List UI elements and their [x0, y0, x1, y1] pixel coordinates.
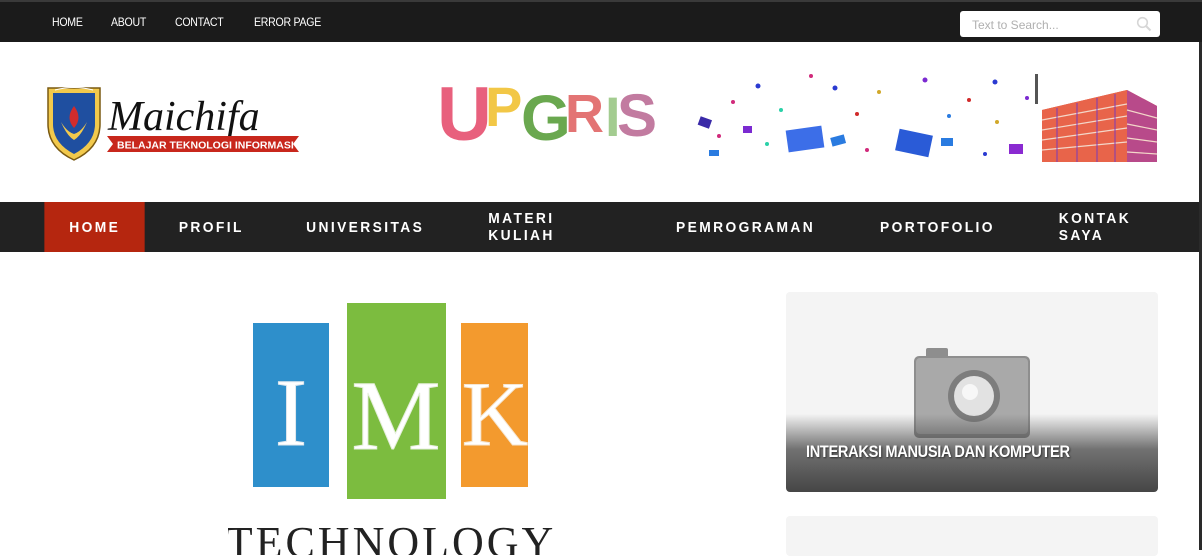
- top-bar: HOME ABOUT CONTACT ERROR PAGE: [0, 0, 1202, 42]
- sidebar-post-card-2[interactable]: [786, 516, 1158, 556]
- post-featured-image[interactable]: I M K TECHNOLOGY: [228, 295, 558, 555]
- nav-item-materi-kuliah[interactable]: MATERI KULIAH: [464, 202, 636, 252]
- nav-item-profil[interactable]: PROFIL: [154, 202, 269, 252]
- campus-building-image: [1035, 74, 1158, 162]
- imk-letter-k: K: [462, 363, 528, 465]
- upgris-wordmark: U P G R I S: [437, 72, 657, 157]
- search-icon[interactable]: [1136, 16, 1152, 32]
- svg-text:G: G: [521, 82, 571, 154]
- search-box: [960, 11, 1160, 37]
- logo-title: Maichifa: [107, 94, 260, 140]
- upgris-banner[interactable]: U P G R I S: [437, 70, 1162, 162]
- nav-item-kontak-saya[interactable]: KONTAK SAYA: [1034, 202, 1192, 252]
- imk-letter-m: M: [352, 360, 441, 471]
- imk-letter-i: I: [275, 359, 307, 466]
- nav-item-universitas[interactable]: UNIVERSITAS: [281, 202, 449, 252]
- top-link-error-page[interactable]: ERROR PAGE: [254, 15, 321, 29]
- imk-technology-word: TECHNOLOGY: [228, 518, 556, 555]
- university-shield-icon: [47, 87, 101, 161]
- top-links: HOME ABOUT CONTACT ERROR PAGE: [52, 2, 354, 42]
- sidebar-post-title[interactable]: INTERAKSI MANUSIA DAN KOMPUTER: [806, 442, 1070, 462]
- top-link-about[interactable]: ABOUT: [111, 15, 146, 29]
- nav-item-pemrograman[interactable]: PEMROGRAMAN: [651, 202, 840, 252]
- search-input[interactable]: [970, 15, 1129, 35]
- nav-item-portofolio[interactable]: PORTOFOLIO: [855, 202, 1020, 252]
- svg-text:S: S: [617, 82, 657, 149]
- site-header: Maichifa BELAJAR TEKNOLOGI INFORMASI U P…: [0, 42, 1199, 202]
- main-nav: HOME PROFIL UNIVERSITAS MATERI KULIAH PE…: [0, 202, 1199, 252]
- top-link-home[interactable]: HOME: [52, 15, 83, 29]
- logo-subtitle: BELAJAR TEKNOLOGI INFORMASI: [117, 140, 294, 152]
- confetti-decoration: [697, 74, 1029, 158]
- svg-text:P: P: [485, 75, 522, 138]
- nav-item-home[interactable]: HOME: [44, 202, 146, 252]
- svg-text:R: R: [565, 84, 604, 144]
- sidebar-post-card[interactable]: INTERAKSI MANUSIA DAN KOMPUTER: [786, 292, 1158, 492]
- svg-text:U: U: [437, 72, 492, 157]
- site-logo[interactable]: Maichifa BELAJAR TEKNOLOGI INFORMASI: [45, 84, 300, 164]
- top-link-contact[interactable]: CONTACT: [175, 15, 224, 29]
